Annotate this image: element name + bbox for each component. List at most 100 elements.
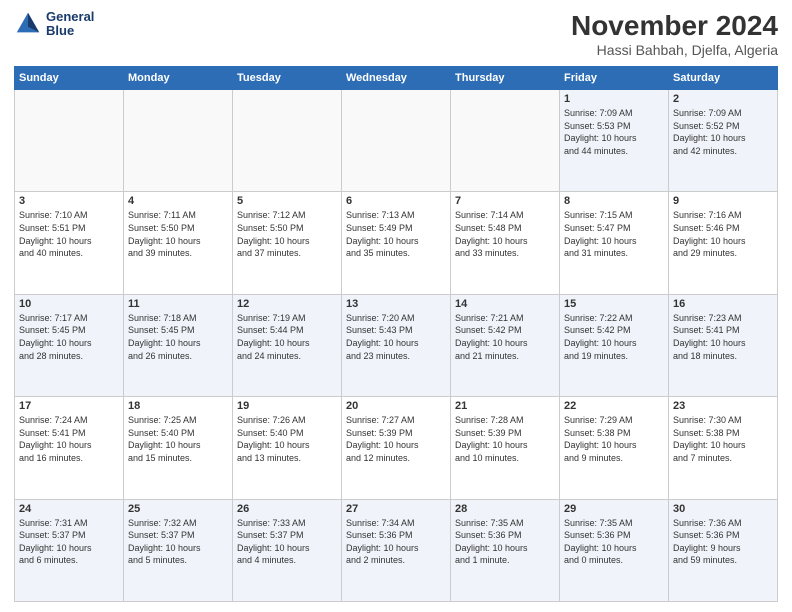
calendar-cell: 11Sunrise: 7:18 AM Sunset: 5:45 PM Dayli… [124, 294, 233, 396]
day-info: Sunrise: 7:09 AM Sunset: 5:53 PM Dayligh… [564, 107, 664, 157]
calendar-cell: 2Sunrise: 7:09 AM Sunset: 5:52 PM Daylig… [669, 90, 778, 192]
day-number: 1 [564, 93, 664, 105]
calendar-cell: 14 Sunrise: 7:21 AM Sunset: 5:42 PM Dayli… [451, 294, 560, 396]
calendar-table: SundayMondayTuesdayWednesdayThursdayFrid… [14, 66, 778, 602]
calendar-cell: 12Sunrise: 7:19 AM Sunset: 5:44 PM Dayli… [233, 294, 342, 396]
calendar-day-header: Saturday [669, 67, 778, 90]
day-number: 24 [19, 503, 119, 515]
day-number: 5 [237, 195, 337, 207]
day-number: 3 [19, 195, 119, 207]
calendar-week-row: 17 Sunrise: 7:24 AM Sunset: 5:41 PM Dayli… [15, 397, 778, 499]
calendar-cell [15, 90, 124, 192]
day-number: 26 [237, 503, 337, 515]
calendar-cell: 18 Sunrise: 7:25 AM Sunset: 5:40 PM Dayli… [124, 397, 233, 499]
calendar-cell: 13 Sunrise: 7:20 AM Sunset: 5:43 PM Dayli… [342, 294, 451, 396]
calendar-cell: 21 Sunrise: 7:28 AM Sunset: 5:39 PM Dayli… [451, 397, 560, 499]
calendar-cell: 29Sunrise: 7:35 AM Sunset: 5:36 PM Dayli… [560, 499, 669, 601]
calendar-cell: 22 Sunrise: 7:29 AM Sunset: 5:38 PM Dayli… [560, 397, 669, 499]
calendar-cell: 27 Sunrise: 7:34 AM Sunset: 5:36 PM Dayli… [342, 499, 451, 601]
day-info: Sunrise: 7:36 AM Sunset: 5:36 PM Dayligh… [673, 517, 773, 567]
calendar-cell: 25 Sunrise: 7:32 AM Sunset: 5:37 PM Dayli… [124, 499, 233, 601]
day-number: 29 [564, 503, 664, 515]
calendar-cell: 1 Sunrise: 7:09 AM Sunset: 5:53 PM Daylig… [560, 90, 669, 192]
calendar-cell: 28 Sunrise: 7:35 AM Sunset: 5:36 PM Dayli… [451, 499, 560, 601]
day-info: Sunrise: 7:15 AM Sunset: 5:47 PM Dayligh… [564, 209, 664, 259]
calendar-cell: 10Sunrise: 7:17 AM Sunset: 5:45 PM Dayli… [15, 294, 124, 396]
day-info: Sunrise: 7:35 AM Sunset: 5:36 PM Dayligh… [455, 517, 555, 567]
logo-text: General Blue [46, 10, 94, 39]
month-title: November 2024 [571, 10, 778, 42]
calendar-cell [342, 90, 451, 192]
calendar-cell: 4 Sunrise: 7:11 AM Sunset: 5:50 PM Daylig… [124, 192, 233, 294]
day-number: 21 [455, 400, 555, 412]
calendar-cell: 3 Sunrise: 7:10 AM Sunset: 5:51 PM Daylig… [15, 192, 124, 294]
calendar-cell: 23Sunrise: 7:30 AM Sunset: 5:38 PM Dayli… [669, 397, 778, 499]
day-info: Sunrise: 7:24 AM Sunset: 5:41 PM Dayligh… [19, 414, 119, 464]
calendar-cell: 19 Sunrise: 7:26 AM Sunset: 5:40 PM Dayli… [233, 397, 342, 499]
day-number: 25 [128, 503, 228, 515]
calendar-cell: 30 Sunrise: 7:36 AM Sunset: 5:36 PM Dayli… [669, 499, 778, 601]
day-info: Sunrise: 7:17 AM Sunset: 5:45 PM Dayligh… [19, 312, 119, 362]
day-number: 17 [19, 400, 119, 412]
calendar-cell: 5 Sunrise: 7:12 AM Sunset: 5:50 PM Daylig… [233, 192, 342, 294]
day-number: 4 [128, 195, 228, 207]
day-number: 6 [346, 195, 446, 207]
day-info: Sunrise: 7:32 AM Sunset: 5:37 PM Dayligh… [128, 517, 228, 567]
day-number: 23 [673, 400, 773, 412]
day-info: Sunrise: 7:28 AM Sunset: 5:39 PM Dayligh… [455, 414, 555, 464]
day-number: 27 [346, 503, 446, 515]
day-number: 28 [455, 503, 555, 515]
day-info: Sunrise: 7:21 AM Sunset: 5:42 PM Dayligh… [455, 312, 555, 362]
logo-icon [14, 10, 42, 38]
day-number: 20 [346, 400, 446, 412]
calendar-cell [233, 90, 342, 192]
calendar-cell: 15 Sunrise: 7:22 AM Sunset: 5:42 PM Dayli… [560, 294, 669, 396]
day-number: 8 [564, 195, 664, 207]
day-info: Sunrise: 7:27 AM Sunset: 5:39 PM Dayligh… [346, 414, 446, 464]
day-number: 9 [673, 195, 773, 207]
calendar-cell: 8 Sunrise: 7:15 AM Sunset: 5:47 PM Daylig… [560, 192, 669, 294]
location: Hassi Bahbah, Djelfa, Algeria [571, 42, 778, 58]
calendar-week-row: 3 Sunrise: 7:10 AM Sunset: 5:51 PM Daylig… [15, 192, 778, 294]
calendar-day-header: Monday [124, 67, 233, 90]
day-info: Sunrise: 7:26 AM Sunset: 5:40 PM Dayligh… [237, 414, 337, 464]
day-info: Sunrise: 7:14 AM Sunset: 5:48 PM Dayligh… [455, 209, 555, 259]
day-number: 18 [128, 400, 228, 412]
day-number: 19 [237, 400, 337, 412]
calendar-week-row: 10Sunrise: 7:17 AM Sunset: 5:45 PM Dayli… [15, 294, 778, 396]
day-number: 13 [346, 298, 446, 310]
day-info: Sunrise: 7:33 AM Sunset: 5:37 PM Dayligh… [237, 517, 337, 567]
calendar-cell: 20 Sunrise: 7:27 AM Sunset: 5:39 PM Dayli… [342, 397, 451, 499]
calendar-cell: 24Sunrise: 7:31 AM Sunset: 5:37 PM Dayli… [15, 499, 124, 601]
calendar-cell: 16Sunrise: 7:23 AM Sunset: 5:41 PM Dayli… [669, 294, 778, 396]
day-number: 12 [237, 298, 337, 310]
day-info: Sunrise: 7:11 AM Sunset: 5:50 PM Dayligh… [128, 209, 228, 259]
day-info: Sunrise: 7:10 AM Sunset: 5:51 PM Dayligh… [19, 209, 119, 259]
calendar-cell: 6 Sunrise: 7:13 AM Sunset: 5:49 PM Daylig… [342, 192, 451, 294]
day-info: Sunrise: 7:22 AM Sunset: 5:42 PM Dayligh… [564, 312, 664, 362]
calendar-header-row: SundayMondayTuesdayWednesdayThursdayFrid… [15, 67, 778, 90]
day-info: Sunrise: 7:20 AM Sunset: 5:43 PM Dayligh… [346, 312, 446, 362]
day-number: 22 [564, 400, 664, 412]
calendar-cell: 7Sunrise: 7:14 AM Sunset: 5:48 PM Daylig… [451, 192, 560, 294]
day-info: Sunrise: 7:16 AM Sunset: 5:46 PM Dayligh… [673, 209, 773, 259]
calendar-cell: 26 Sunrise: 7:33 AM Sunset: 5:37 PM Dayli… [233, 499, 342, 601]
day-info: Sunrise: 7:25 AM Sunset: 5:40 PM Dayligh… [128, 414, 228, 464]
day-number: 15 [564, 298, 664, 310]
day-number: 11 [128, 298, 228, 310]
page: General Blue November 2024 Hassi Bahbah,… [0, 0, 792, 612]
calendar-cell [124, 90, 233, 192]
calendar-cell: 17 Sunrise: 7:24 AM Sunset: 5:41 PM Dayli… [15, 397, 124, 499]
calendar-day-header: Friday [560, 67, 669, 90]
day-number: 30 [673, 503, 773, 515]
calendar-day-header: Tuesday [233, 67, 342, 90]
header: General Blue November 2024 Hassi Bahbah,… [14, 10, 778, 58]
day-info: Sunrise: 7:34 AM Sunset: 5:36 PM Dayligh… [346, 517, 446, 567]
day-number: 14 [455, 298, 555, 310]
day-number: 2 [673, 93, 773, 105]
logo: General Blue [14, 10, 94, 39]
day-info: Sunrise: 7:12 AM Sunset: 5:50 PM Dayligh… [237, 209, 337, 259]
day-info: Sunrise: 7:13 AM Sunset: 5:49 PM Dayligh… [346, 209, 446, 259]
calendar-cell [451, 90, 560, 192]
day-info: Sunrise: 7:29 AM Sunset: 5:38 PM Dayligh… [564, 414, 664, 464]
